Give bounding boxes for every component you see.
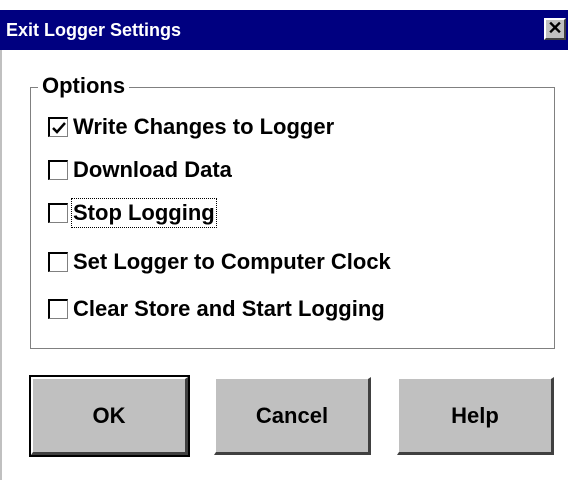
set-clock-label: Set Logger to Computer Clock [73, 249, 391, 274]
write-changes-checkbox[interactable] [48, 117, 68, 137]
download-data-label: Download Data [73, 157, 232, 182]
cancel-button-label: Cancel [255, 402, 329, 428]
help-button-label: Help [451, 402, 499, 428]
title-bar[interactable]: Exit Logger Settings ✕ [0, 10, 568, 50]
exit-logger-settings-dialog: Exit Logger Settings ✕ Options Write Cha… [0, 0, 574, 480]
close-button[interactable]: ✕ [544, 18, 566, 40]
option-write-changes[interactable]: Write Changes to Logger [48, 112, 334, 142]
window-title: Exit Logger Settings [6, 20, 182, 40]
cancel-button[interactable]: Cancel [214, 377, 371, 455]
window-left-border [0, 50, 2, 480]
set-clock-checkbox[interactable] [48, 252, 68, 272]
stop-logging-label: Stop Logging [71, 198, 217, 228]
write-changes-label: Write Changes to Logger [73, 114, 335, 139]
ok-button[interactable]: OK [29, 375, 190, 457]
ok-button-label: OK [92, 402, 126, 428]
options-legend: Options [38, 71, 130, 101]
checkmark-icon [52, 122, 66, 134]
help-button[interactable]: Help [397, 377, 554, 455]
option-clear-store[interactable]: Clear Store and Start Logging [48, 294, 385, 324]
clear-store-checkbox[interactable] [48, 299, 68, 319]
clear-store-label: Clear Store and Start Logging [73, 296, 385, 321]
download-data-checkbox[interactable] [48, 160, 68, 180]
close-icon: ✕ [547, 18, 563, 38]
option-download-data[interactable]: Download Data [48, 155, 232, 185]
stop-logging-checkbox[interactable] [48, 203, 68, 223]
option-stop-logging[interactable]: Stop Logging [48, 198, 217, 228]
option-set-clock[interactable]: Set Logger to Computer Clock [48, 247, 391, 277]
